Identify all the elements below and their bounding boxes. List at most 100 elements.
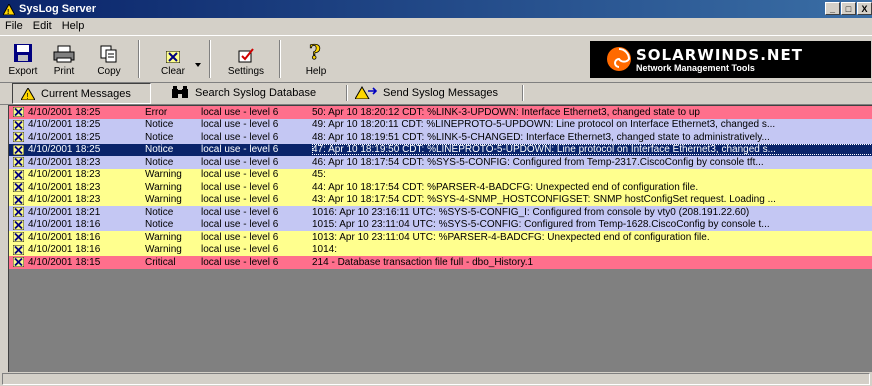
message-type-icon — [13, 244, 24, 255]
message-type-icon — [13, 232, 24, 243]
message-date: 4/10/2001 18:25 — [28, 119, 101, 131]
tab-search-database-label: Search Syslog Database — [195, 86, 317, 99]
message-severity: Notice — [145, 219, 174, 231]
menu-file[interactable]: File — [0, 20, 28, 32]
message-facility: local use - level 6 — [201, 219, 279, 231]
message-date: 4/10/2001 18:16 — [28, 219, 101, 231]
message-type-icon — [13, 207, 24, 218]
message-facility: local use - level 6 — [201, 156, 279, 168]
message-text: 50: Apr 10 18:20:12 CDT: %LINK-3-UPDOWN:… — [312, 106, 700, 118]
message-facility: local use - level 6 — [201, 131, 279, 143]
message-text: 45: — [312, 169, 326, 181]
message-row[interactable]: 4/10/2001 18:25 Notice local use - level 6… — [9, 143, 872, 156]
window-title: SysLog Server — [19, 3, 97, 15]
message-facility: local use - level 6 — [201, 194, 279, 206]
message-severity: Notice — [145, 119, 174, 131]
toolbar-separator — [279, 40, 281, 78]
message-row[interactable]: 4/10/2001 18:16 Warning local use - level … — [9, 243, 872, 256]
message-row[interactable]: 4/10/2001 18:23 Notice local use - level 6… — [9, 156, 872, 169]
help-question-icon: ? — [309, 41, 322, 63]
message-date: 4/10/2001 18:23 — [28, 194, 101, 206]
message-type-icon — [13, 132, 24, 143]
clear-dropdown-arrow-icon[interactable] — [195, 58, 201, 70]
close-button[interactable]: X — [857, 2, 872, 15]
send-message-icon — [355, 86, 377, 99]
svg-text:?: ? — [309, 41, 321, 63]
maximize-button[interactable]: □ — [841, 2, 856, 15]
print-button[interactable]: Print — [42, 39, 86, 77]
message-severity: Critical — [145, 256, 176, 268]
message-text: 46: Apr 10 18:17:54 CDT: %SYS-5-CONFIG: … — [312, 156, 764, 168]
message-date: 4/10/2001 18:25 — [28, 131, 101, 143]
toolbar-separator — [138, 40, 140, 78]
message-type-icon — [13, 182, 24, 193]
message-facility: local use - level 6 — [201, 244, 279, 256]
help-button[interactable]: ? Help — [294, 39, 338, 77]
message-text: 48: Apr 10 18:19:51 CDT: %LINK-5-CHANGED… — [312, 131, 770, 143]
menu-help[interactable]: Help — [57, 20, 90, 32]
message-row[interactable]: 4/10/2001 18:23 Warning local use - level … — [9, 181, 872, 194]
message-text: 214 - Database transaction file full - d… — [312, 256, 534, 268]
tab-current-messages[interactable]: ! Current Messages — [12, 83, 151, 104]
message-type-icon — [13, 219, 24, 230]
message-list[interactable]: 4/10/2001 18:25 Error local use - level 6 5… — [8, 105, 872, 372]
help-label: Help — [305, 66, 327, 77]
clear-x-icon — [166, 51, 180, 63]
message-row[interactable]: 4/10/2001 18:25 Error local use - level 6 5… — [9, 106, 872, 119]
message-date: 4/10/2001 18:23 — [28, 156, 101, 168]
message-row[interactable]: 4/10/2001 18:15 Critical local use - level… — [9, 256, 872, 269]
message-row[interactable]: 4/10/2001 18:21 Notice local use - level 6… — [9, 206, 872, 219]
clear-button[interactable]: Clear — [151, 39, 195, 77]
logo-brand: SOLARWINDS.NET — [636, 46, 803, 64]
message-type-icon — [13, 157, 24, 168]
message-severity: Warning — [145, 231, 182, 243]
message-severity: Warning — [145, 244, 182, 256]
message-date: 4/10/2001 18:21 — [28, 206, 101, 218]
message-type-icon — [13, 119, 24, 130]
message-row[interactable]: 4/10/2001 18:16 Warning local use - level … — [9, 231, 872, 244]
message-date: 4/10/2001 18:23 — [28, 181, 101, 193]
message-text: 43: Apr 10 18:17:54 CDT: %SYS-4-SNMP_HOS… — [312, 194, 776, 206]
message-date: 4/10/2001 18:15 — [28, 256, 101, 268]
message-row[interactable]: 4/10/2001 18:16 Notice local use - level 6… — [9, 218, 872, 231]
message-row[interactable]: 4/10/2001 18:25 Notice local use - level 6… — [9, 131, 872, 144]
message-severity: Warning — [145, 169, 182, 181]
export-button[interactable]: Export — [1, 39, 45, 77]
message-date: 4/10/2001 18:16 — [28, 231, 101, 243]
message-row[interactable]: 4/10/2001 18:25 Notice local use - level 6… — [9, 118, 872, 131]
tab-search-database[interactable]: Search Syslog Database — [163, 83, 316, 102]
message-date: 4/10/2001 18:25 — [28, 106, 101, 118]
message-severity: Notice — [145, 131, 174, 143]
message-facility: local use - level 6 — [201, 256, 279, 268]
message-type-icon — [13, 107, 24, 118]
message-text: 1013: Apr 10 23:11:04 UTC: %PARSER-4-BAD… — [312, 231, 710, 243]
message-type-icon — [13, 169, 24, 180]
export-label: Export — [8, 66, 38, 77]
status-bar — [2, 373, 870, 385]
message-facility: local use - level 6 — [201, 181, 279, 193]
binoculars-icon — [171, 86, 189, 99]
menu-bar: File Edit Help — [0, 18, 872, 34]
syslog-app-icon: ! — [3, 3, 15, 15]
menu-edit[interactable]: Edit — [28, 20, 57, 32]
message-facility: local use - level 6 — [201, 169, 279, 181]
tab-current-messages-label: Current Messages — [41, 87, 131, 100]
message-row[interactable]: 4/10/2001 18:23 Warning local use - level … — [9, 168, 872, 181]
minimize-button[interactable]: _ — [825, 2, 840, 15]
message-severity: Notice — [145, 144, 174, 156]
message-severity: Error — [145, 106, 168, 118]
solarwinds-swirl-icon — [607, 47, 631, 71]
message-type-icon — [13, 194, 24, 205]
message-severity: Notice — [145, 156, 174, 168]
tab-send-messages-label: Send Syslog Messages — [383, 86, 498, 99]
message-type-icon — [13, 144, 24, 155]
message-text: 44: Apr 10 18:17:54 CDT: %PARSER-4-BADCF… — [312, 181, 699, 193]
svg-text:!: ! — [27, 92, 29, 100]
copy-button[interactable]: Copy — [87, 39, 131, 77]
solarwinds-logo: SOLARWINDS.NET Network Management Tools — [590, 41, 871, 78]
printer-icon — [53, 45, 75, 63]
logo-tagline: Network Management Tools — [636, 63, 755, 73]
settings-button[interactable]: Settings — [224, 39, 268, 77]
tab-send-messages[interactable]: Send Syslog Messages — [347, 83, 498, 102]
message-row[interactable]: 4/10/2001 18:23 Warning local use - level … — [9, 193, 872, 206]
